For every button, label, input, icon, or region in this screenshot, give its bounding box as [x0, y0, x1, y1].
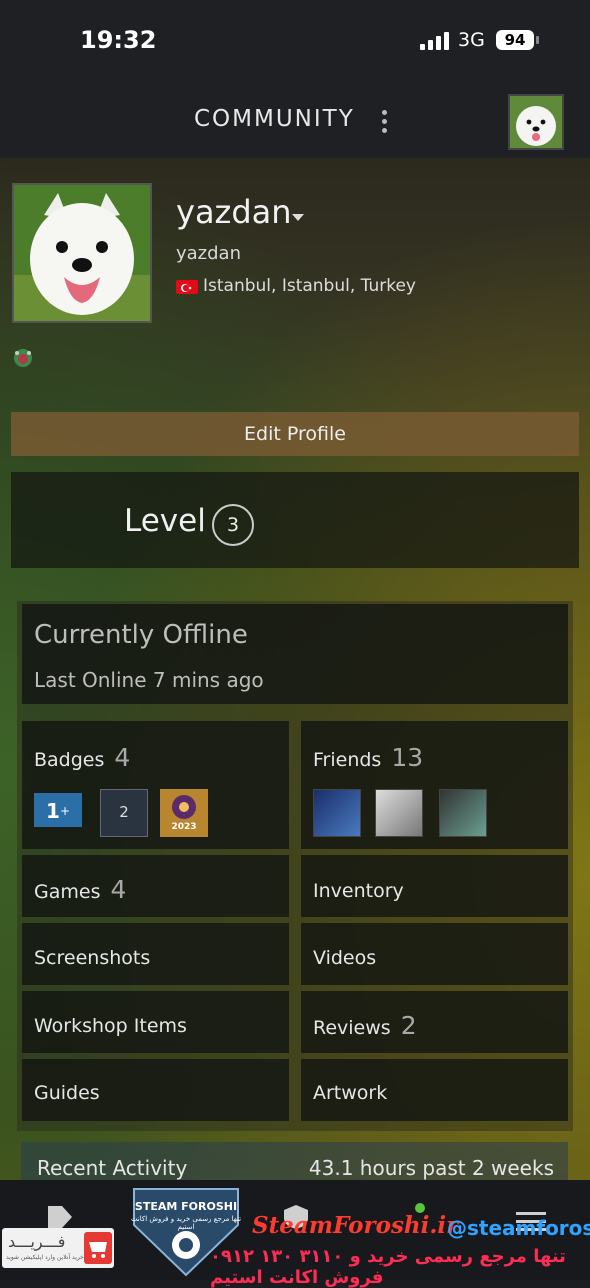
- svg-text:+: +: [60, 804, 70, 818]
- steam-2023-badge-icon[interactable]: 2023: [160, 789, 208, 837]
- level-box: Level 3: [11, 472, 579, 568]
- friends-cell[interactable]: Friends 13: [301, 721, 568, 849]
- mini-badge-icon[interactable]: [12, 347, 34, 369]
- reviews-cell[interactable]: Reviews 2: [301, 991, 568, 1053]
- profile-real-name: yazdan: [176, 243, 241, 264]
- guides-cell[interactable]: Guides: [22, 1059, 289, 1121]
- badges-label: Badges 4: [34, 743, 131, 772]
- online-status-box: Currently Offline Last Online 7 mins ago: [22, 604, 568, 704]
- inventory-cell[interactable]: Inventory: [301, 855, 568, 917]
- app-header: COMMUNITY: [0, 80, 590, 158]
- chevron-down-icon[interactable]: [292, 214, 304, 221]
- level-badge: 3: [212, 504, 254, 546]
- videos-label: Videos: [313, 947, 377, 969]
- friend-avatar[interactable]: [375, 789, 423, 837]
- level-label: Level: [124, 503, 206, 539]
- profile-avatar: [12, 183, 152, 323]
- profile-location: Istanbul, Istanbul, Turkey: [203, 276, 416, 296]
- games-cell[interactable]: Games 4: [22, 855, 289, 917]
- svg-text:1: 1: [46, 799, 60, 823]
- workshop-cell[interactable]: Workshop Items: [22, 991, 289, 1053]
- friend-avatar[interactable]: [439, 789, 487, 837]
- reviews-count: 2: [400, 1011, 417, 1040]
- online-status-title: Currently Offline: [34, 620, 248, 650]
- profile-name[interactable]: yazdan: [176, 193, 292, 231]
- flag-turkey-icon: [176, 280, 198, 294]
- level-badge-number: 2: [119, 803, 129, 821]
- artwork-cell[interactable]: Artwork: [301, 1059, 568, 1121]
- watermark-phone: ۰۹۱۲ ۱۳۰ ۳۱۱۰ تنها مرجع رسمی خرید و فروش…: [210, 1246, 566, 1288]
- friends-label: Friends 13: [313, 743, 424, 772]
- games-count: 4: [110, 875, 127, 904]
- screenshots-cell[interactable]: Screenshots: [22, 923, 289, 985]
- status-bar: 19:32 3G 94: [0, 0, 590, 80]
- signal-icon: [420, 32, 450, 50]
- artwork-label: Artwork: [313, 1082, 388, 1104]
- last-online-text: Last Online 7 mins ago: [34, 668, 264, 692]
- network-type: 3G: [458, 29, 485, 51]
- watermark-shop-title: فـــریـــد: [8, 1232, 66, 1251]
- watermark-logo-title: STEAM FOROSHI: [134, 1200, 238, 1213]
- years-of-service-badge-icon[interactable]: 1 +: [34, 793, 82, 827]
- badges-count: 4: [114, 743, 131, 772]
- reviews-label: Reviews 2: [313, 1011, 417, 1040]
- watermark-logo-subtitle: تنها مرجع رسمی خرید و فروش اکانت استیم: [130, 1215, 242, 1231]
- level-badge-icon[interactable]: 2: [100, 789, 148, 837]
- watermark-handle: @steamforoshi: [447, 1216, 590, 1240]
- friends-count: 13: [391, 743, 424, 772]
- header-title[interactable]: COMMUNITY: [194, 106, 355, 132]
- watermark-brand: SteamForoshi.ir: [252, 1212, 459, 1239]
- cart-icon: [84, 1232, 112, 1264]
- recent-activity-hours: 43.1 hours past 2 weeks: [308, 1156, 554, 1180]
- status-time: 19:32: [80, 26, 157, 54]
- badges-cell[interactable]: Badges 4 1 + 2 2023: [22, 721, 289, 849]
- profile-panel: Currently Offline Last Online 7 mins ago…: [17, 601, 573, 1131]
- more-options-icon[interactable]: [376, 108, 394, 136]
- workshop-label: Workshop Items: [34, 1015, 187, 1037]
- inventory-label: Inventory: [313, 880, 404, 902]
- header-avatar[interactable]: [508, 94, 564, 150]
- store-tag-icon[interactable]: [46, 1204, 74, 1230]
- badge-year-label: 2023: [171, 822, 197, 832]
- friend-avatar[interactable]: [313, 789, 361, 837]
- recent-activity-label: Recent Activity: [37, 1156, 188, 1180]
- guides-label: Guides: [34, 1082, 100, 1104]
- games-label: Games 4: [34, 875, 127, 904]
- screenshots-label: Screenshots: [34, 947, 151, 969]
- recent-activity-header[interactable]: Recent Activity 43.1 hours past 2 weeks: [21, 1142, 568, 1182]
- battery-icon: 94: [496, 30, 539, 50]
- videos-cell[interactable]: Videos: [301, 923, 568, 985]
- edit-profile-button[interactable]: Edit Profile: [11, 412, 579, 456]
